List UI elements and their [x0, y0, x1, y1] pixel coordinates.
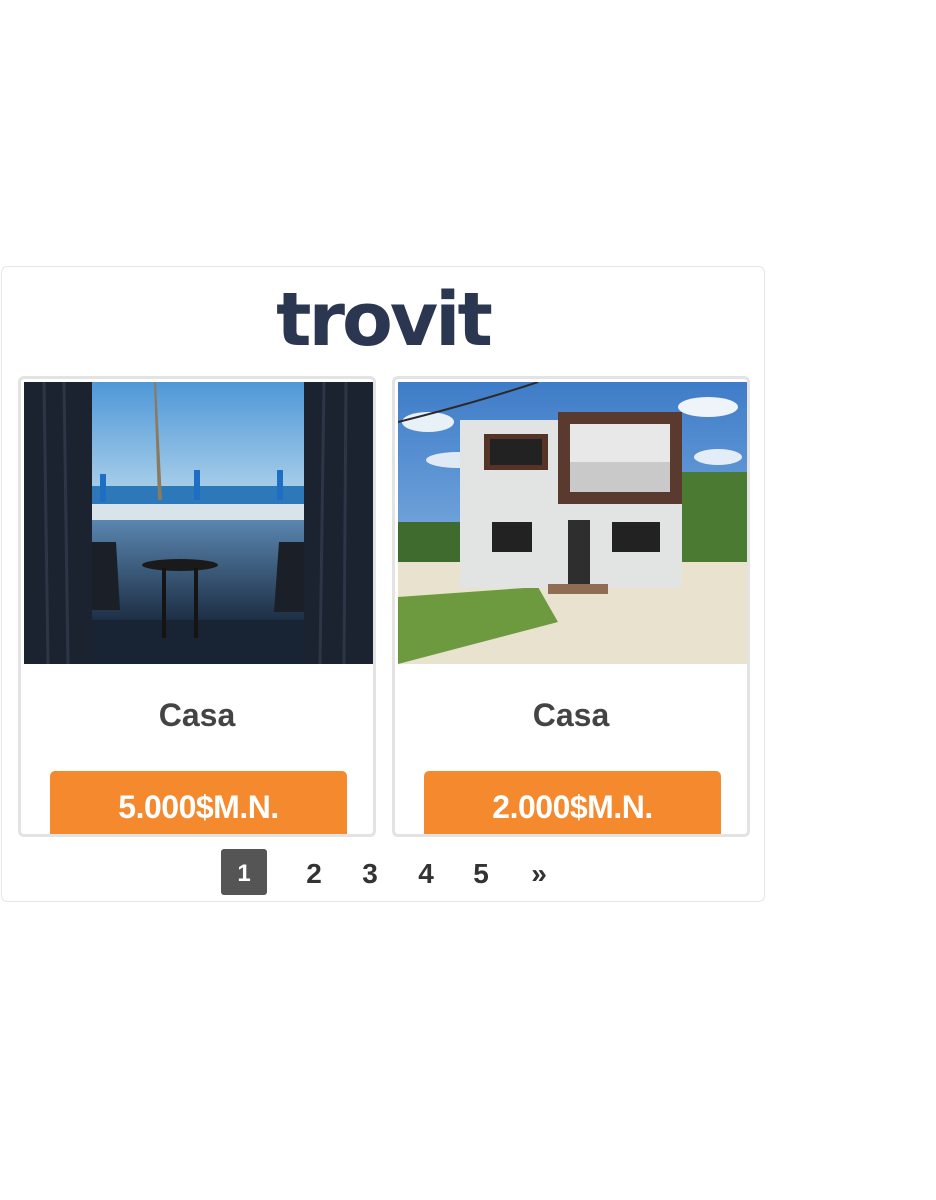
- price-button[interactable]: 5.000$M.N.: [50, 771, 347, 834]
- trovit-ad-widget: trovit Casa 5.000$M.N. Casa 2.000$M.N. 1…: [1, 266, 765, 902]
- page-1-button[interactable]: 1: [221, 849, 267, 895]
- trovit-logo[interactable]: trovit: [2, 279, 764, 361]
- page-2-link[interactable]: 2: [299, 849, 329, 895]
- next-page-icon[interactable]: »: [522, 849, 556, 895]
- listing-title[interactable]: Casa: [395, 697, 747, 734]
- listing-title[interactable]: Casa: [21, 697, 373, 734]
- listing-card[interactable]: Casa 5.000$M.N.: [18, 376, 376, 837]
- pool-terrace-photo[interactable]: [24, 382, 373, 664]
- page-3-link[interactable]: 3: [355, 849, 385, 895]
- two-story-house-photo[interactable]: [398, 382, 747, 664]
- page-5-link[interactable]: 5: [466, 849, 496, 895]
- price-button[interactable]: 2.000$M.N.: [424, 771, 721, 834]
- page-4-link[interactable]: 4: [411, 849, 441, 895]
- listing-card[interactable]: Casa 2.000$M.N.: [392, 376, 750, 837]
